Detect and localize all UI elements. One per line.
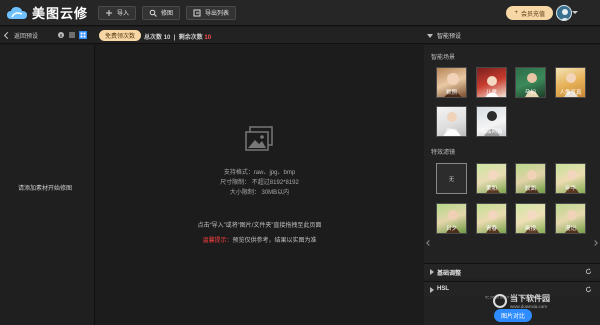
export-list-label: 导出列表	[205, 11, 230, 17]
scene-thumb[interactable]: 默照	[436, 67, 467, 98]
scene-thumb[interactable]: 婚纱	[436, 106, 467, 137]
app-window: 美图云修 导入 修图 导出列表 + 会员充值 返回预设 免费领次数 总次数 10…	[0, 0, 600, 325]
warm-text: 预览仅供参考，结果以实图为准	[232, 238, 317, 244]
site-watermark: 当下软件园 www.downxia.com	[510, 293, 550, 309]
cloud-logo-icon	[7, 6, 27, 19]
filter-caption: 漫记	[564, 226, 576, 232]
scene-thumb[interactable]: 人像写真	[555, 67, 586, 98]
smart-scene-label: 智能场景	[431, 55, 456, 61]
filter-thumb[interactable]: 漫记	[555, 203, 586, 234]
basic-adjust-title: 基础调整	[437, 271, 462, 277]
caret-right-icon	[430, 269, 434, 275]
plus-icon	[105, 9, 113, 17]
list-view-icon[interactable]	[68, 31, 76, 39]
export-icon	[193, 9, 201, 17]
quota-counts: 总次数 10 | 剩余次数 10	[144, 35, 212, 41]
empty-material-text: 请添加素材开始修图	[18, 186, 73, 192]
filter-thumb[interactable]: 画报	[515, 203, 546, 234]
scene-caption: 人像写真	[559, 90, 582, 96]
warm-tip: 温馨提示：预览仅供参考，结果以实图为准	[96, 235, 423, 244]
canvas-drop-area[interactable]: 支持格式：raw、jpg、bmp 尺寸限制： 不超过8192*8192 大小限制…	[96, 45, 423, 325]
view-toggle-group	[57, 31, 87, 39]
refresh-icon[interactable]	[585, 268, 592, 275]
info-icon[interactable]	[57, 31, 65, 39]
scene-caption: 商品网拍	[480, 129, 503, 135]
back-to-presets-button[interactable]: 返回预设	[3, 31, 39, 40]
filter-caption: 无	[448, 177, 455, 183]
smart-preset-title: 智能预设	[437, 34, 462, 40]
total-value: 10	[163, 35, 171, 41]
filter-caption: 胶面	[524, 186, 536, 192]
format-hint: 支持格式：raw、jpg、bmp	[223, 170, 296, 176]
filter-caption: 青春	[485, 226, 497, 232]
vip-plus-icon: +	[514, 10, 518, 16]
filter-caption: 日夕	[445, 226, 457, 232]
hsl-title: HSL	[437, 286, 449, 292]
scene-caption: 儿童	[485, 90, 497, 96]
image-compare-button[interactable]: 图片对比	[494, 309, 533, 322]
prev-arrow-icon[interactable]	[426, 240, 432, 246]
caret-down-icon	[427, 33, 433, 38]
magnifier-icon	[149, 9, 157, 17]
import-button[interactable]: 导入	[98, 5, 137, 20]
sub-toolbar: 返回预设 免费领次数 总次数 10 | 剩余次数 10 智能预设	[0, 27, 600, 44]
retouch-button[interactable]: 修图	[142, 5, 181, 20]
compare-label: 图片对比	[501, 314, 526, 320]
filter-section-label: 特效滤镜	[431, 150, 456, 156]
smart-preset-header[interactable]: 智能预设	[427, 31, 461, 40]
refresh-icon[interactable]	[585, 286, 592, 293]
caret-right-icon	[430, 287, 434, 293]
filter-caption: 年华	[564, 186, 576, 192]
scene-caption: 默照	[445, 90, 457, 96]
user-avatar-icon	[560, 9, 570, 20]
watermark-logo-icon	[493, 294, 507, 308]
filter-thumb[interactable]: 年华	[555, 163, 586, 194]
file-hint: 大小限制： 30MB以内	[229, 190, 290, 196]
export-list-button[interactable]: 导出列表	[186, 5, 237, 20]
remain-value: 10	[204, 35, 212, 41]
remain-label: 剩余次数	[178, 35, 203, 41]
chevron-down-icon[interactable]	[572, 11, 578, 14]
material-panel: 请添加素材开始修图	[0, 45, 95, 325]
filter-thumb[interactable]: 柔和	[476, 163, 507, 194]
warm-label: 温馨提示：	[202, 238, 233, 244]
next-arrow-icon[interactable]	[592, 240, 598, 246]
avatar[interactable]	[556, 5, 572, 21]
top-bar: 美图云修 导入 修图 导出列表 + 会员充值	[0, 0, 600, 26]
vip-label: 会员充值	[520, 11, 545, 18]
filter-thumb-none[interactable]: 无	[436, 163, 467, 194]
size-hint: 尺寸限制： 不超过8192*8192	[220, 180, 299, 186]
filter-caption: 柔和	[485, 186, 497, 192]
watermark-main: 当下软件园	[510, 294, 550, 303]
free-quota-button[interactable]: 免费领次数	[99, 30, 142, 41]
filter-caption: 画报	[524, 226, 536, 232]
image-placeholder-icon	[245, 126, 273, 151]
total-label: 总次数	[144, 35, 163, 41]
scene-thumb[interactable]: 孕妇	[515, 67, 546, 98]
vip-recharge-button[interactable]: + 会员充值	[506, 6, 553, 20]
basic-adjust-section[interactable]: 基础调整	[424, 263, 600, 278]
scene-thumb[interactable]: 商品网拍	[476, 106, 507, 137]
filter-thumb[interactable]: 胶面	[515, 163, 546, 194]
scene-caption: 婚纱	[445, 129, 457, 135]
scene-thumb[interactable]: 儿童	[476, 67, 507, 98]
filter-thumb[interactable]: 日夕	[436, 203, 467, 234]
chevron-left-icon	[3, 31, 12, 40]
preset-panel: 智能场景 默照 儿童 孕妇 人像写真 婚纱 商品网拍 特效滤镜 无 柔和 胶面 …	[424, 45, 600, 325]
app-title: 美图云修	[32, 6, 89, 21]
back-label: 返回预设	[14, 34, 39, 40]
retouch-label: 修图	[161, 11, 174, 17]
import-label: 导入	[117, 11, 130, 17]
import-tip: 点击“导入”或将“图片/文件夹”直接拖拽至此页面	[197, 223, 322, 229]
grid-view-icon[interactable]	[79, 31, 87, 39]
filter-thumb[interactable]: 青春	[476, 203, 507, 234]
scene-caption: 孕妇	[524, 90, 536, 96]
app-logo: 美图云修	[6, 3, 98, 22]
